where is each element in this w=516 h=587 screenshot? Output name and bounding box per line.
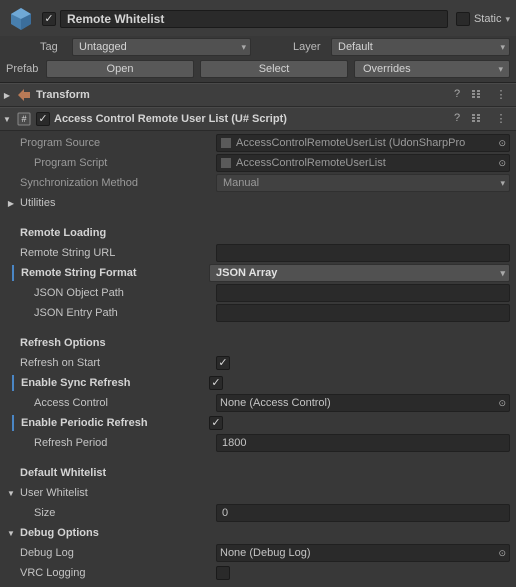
transform-icon: [16, 87, 32, 103]
remote-loading-header: Remote Loading: [20, 227, 212, 239]
component-title-transform: Transform: [36, 89, 444, 101]
refresh-on-start-label: Refresh on Start: [20, 357, 212, 369]
prefab-open-button[interactable]: Open: [46, 60, 194, 78]
vrc-logging-checkbox[interactable]: [216, 566, 230, 580]
remote-url-input[interactable]: [216, 244, 510, 262]
utilities-label: Utilities: [20, 197, 212, 209]
debug-options-foldout[interactable]: ▼: [6, 528, 16, 538]
refresh-options-header: Refresh Options: [20, 337, 212, 349]
transform-foldout[interactable]: ▶: [2, 90, 12, 100]
utilities-foldout[interactable]: ▶: [6, 198, 16, 208]
access-control-label: Access Control: [20, 397, 212, 409]
program-source-label: Program Source: [20, 137, 212, 149]
prefab-select-button[interactable]: Select: [200, 60, 348, 78]
remote-url-label: Remote String URL: [20, 247, 212, 259]
active-checkbox[interactable]: [42, 12, 56, 26]
debug-log-field[interactable]: None (Debug Log) ⊙: [216, 544, 510, 562]
asset-icon: [220, 137, 232, 149]
static-dropdown-icon[interactable]: ▾: [505, 14, 510, 25]
layer-dropdown[interactable]: Default: [331, 38, 510, 56]
enable-sync-label: Enable Sync Refresh: [21, 377, 205, 389]
json-entry-path-label: JSON Entry Path: [20, 307, 212, 319]
picker-icon[interactable]: ⊙: [498, 158, 506, 169]
help-icon[interactable]: ?: [448, 88, 466, 102]
static-checkbox[interactable]: [456, 12, 470, 26]
script-icon: [220, 157, 232, 169]
default-whitelist-header: Default Whitelist: [20, 467, 212, 479]
sync-method-label: Synchronization Method: [20, 177, 212, 189]
refresh-on-start-checkbox[interactable]: [216, 356, 230, 370]
script-foldout[interactable]: ▼: [2, 114, 12, 124]
sync-method-dropdown[interactable]: Manual: [216, 174, 510, 192]
prefab-overrides-button[interactable]: Overrides: [354, 60, 510, 78]
layer-label: Layer: [293, 41, 327, 53]
size-label: Size: [20, 507, 212, 519]
program-source-field[interactable]: AccessControlRemoteUserList (UdonSharpPr…: [216, 134, 510, 152]
static-label: Static: [474, 13, 502, 25]
udon-script-icon: #: [16, 111, 32, 127]
remote-format-dropdown[interactable]: JSON Array: [209, 264, 510, 282]
tag-label: Tag: [40, 41, 68, 53]
enable-periodic-label: Enable Periodic Refresh: [21, 417, 205, 429]
user-whitelist-label: User Whitelist: [20, 487, 212, 499]
component-title-script: Access Control Remote User List (U# Scri…: [54, 113, 444, 125]
access-control-field[interactable]: None (Access Control) ⊙: [216, 394, 510, 412]
preset-icon[interactable]: [470, 88, 488, 102]
remote-format-label: Remote String Format: [21, 267, 205, 279]
menu-icon[interactable]: ⋮: [492, 112, 510, 126]
object-name-input[interactable]: [60, 10, 448, 28]
enable-sync-checkbox[interactable]: [209, 376, 223, 390]
preset-icon[interactable]: [470, 112, 488, 126]
picker-icon[interactable]: ⊙: [498, 398, 506, 409]
enable-periodic-checkbox[interactable]: [209, 416, 223, 430]
help-icon[interactable]: ?: [448, 112, 466, 126]
refresh-period-label: Refresh Period: [20, 437, 212, 449]
refresh-period-input[interactable]: [216, 434, 510, 452]
json-object-path-label: JSON Object Path: [20, 287, 212, 299]
component-enabled-checkbox[interactable]: [36, 112, 50, 126]
json-object-path-input[interactable]: [216, 284, 510, 302]
json-entry-path-input[interactable]: [216, 304, 510, 322]
picker-icon[interactable]: ⊙: [498, 138, 506, 149]
menu-icon[interactable]: ⋮: [492, 88, 510, 102]
program-script-label: Program Script: [20, 157, 212, 169]
tag-dropdown[interactable]: Untagged: [72, 38, 251, 56]
debug-log-label: Debug Log: [20, 547, 212, 559]
user-whitelist-foldout[interactable]: ▼: [6, 488, 16, 498]
program-script-field[interactable]: AccessControlRemoteUserList ⊙: [216, 154, 510, 172]
debug-options-header: Debug Options: [20, 527, 212, 539]
size-input[interactable]: [216, 504, 510, 522]
picker-icon[interactable]: ⊙: [498, 548, 506, 559]
prefab-label: Prefab: [6, 63, 40, 75]
svg-text:#: #: [21, 114, 26, 124]
gameobject-icon: [6, 4, 36, 34]
vrc-logging-label: VRC Logging: [20, 567, 212, 579]
